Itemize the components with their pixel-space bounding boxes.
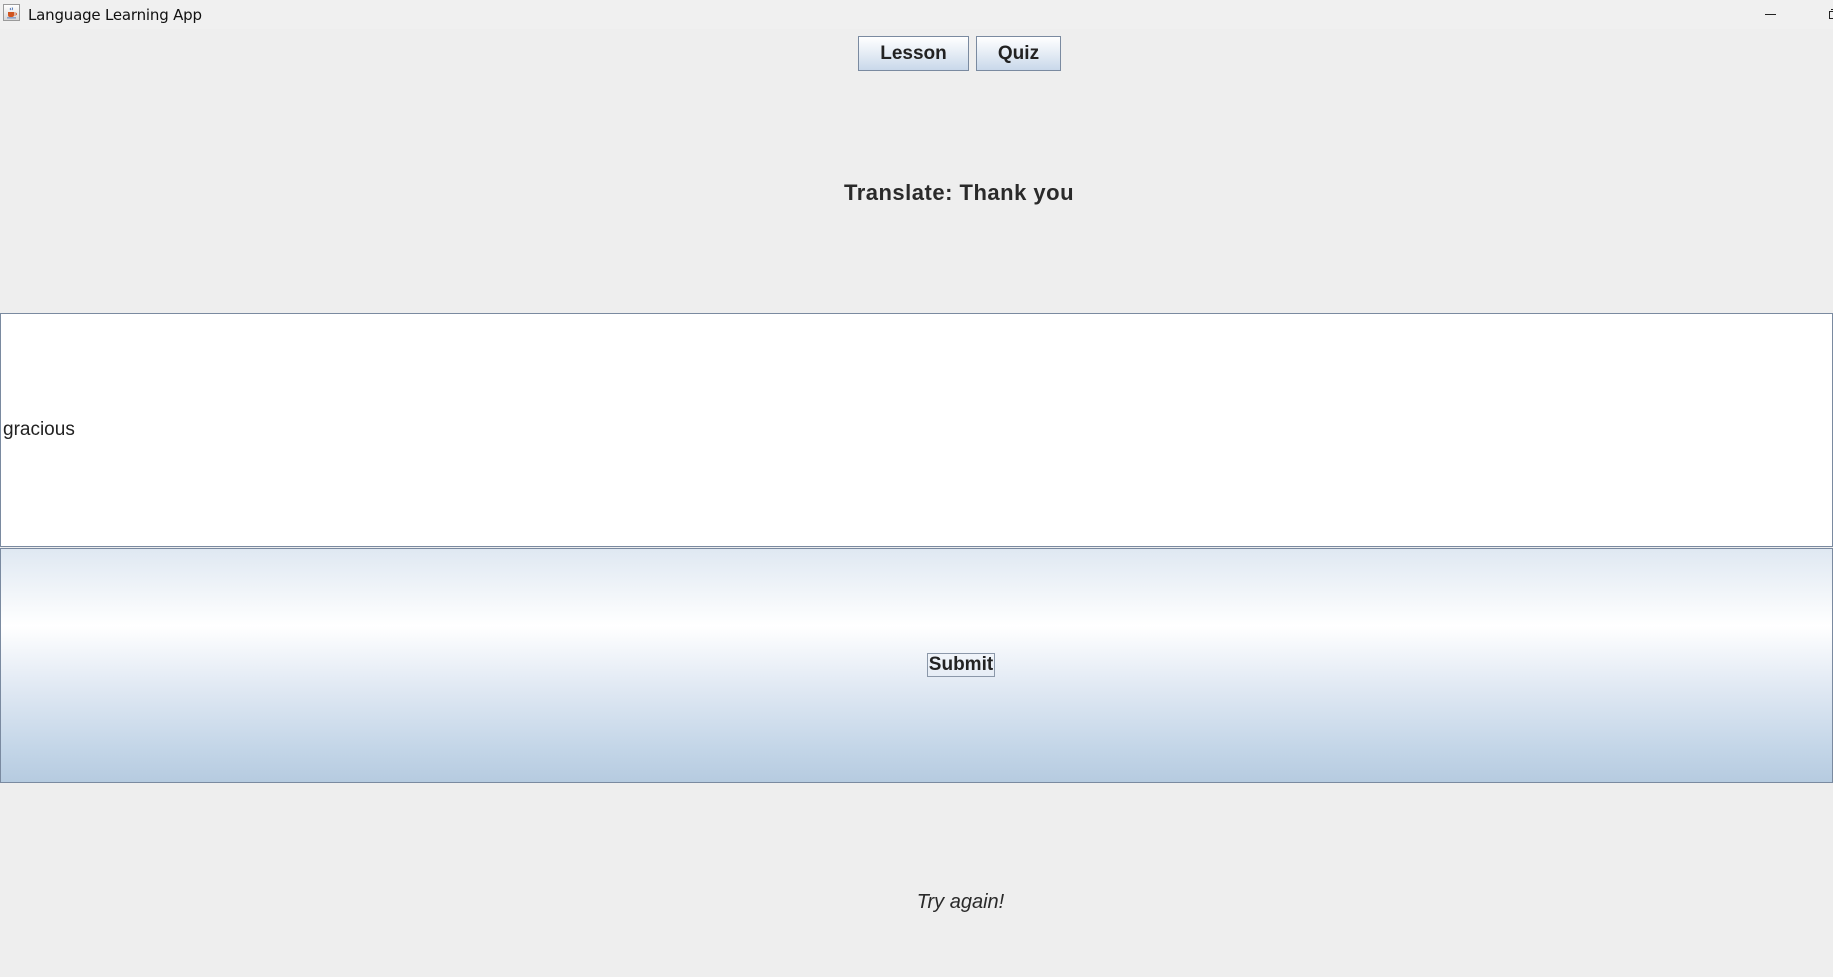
question-prompt: Translate: Thank you (843, 180, 1075, 205)
java-cup-icon (3, 4, 20, 21)
minimize-icon (1764, 14, 1776, 15)
maximize-button[interactable] (1804, 0, 1833, 29)
title-bar: Language Learning App (0, 0, 1833, 29)
app-window: Language Learning App Lesson Quiz Transl… (0, 0, 1833, 977)
submit-button[interactable]: Submit (0, 548, 1833, 783)
quiz-button[interactable]: Quiz (976, 36, 1061, 71)
lesson-button[interactable]: Lesson (858, 36, 969, 71)
nav-bar: Lesson Quiz (0, 36, 1833, 71)
window-title: Language Learning App (28, 6, 202, 24)
answer-input[interactable] (0, 313, 1833, 547)
feedback-message: Try again! (916, 891, 1005, 913)
submit-label: Submit (927, 653, 995, 677)
minimize-button[interactable] (1747, 0, 1793, 29)
maximize-icon (1828, 8, 1833, 19)
